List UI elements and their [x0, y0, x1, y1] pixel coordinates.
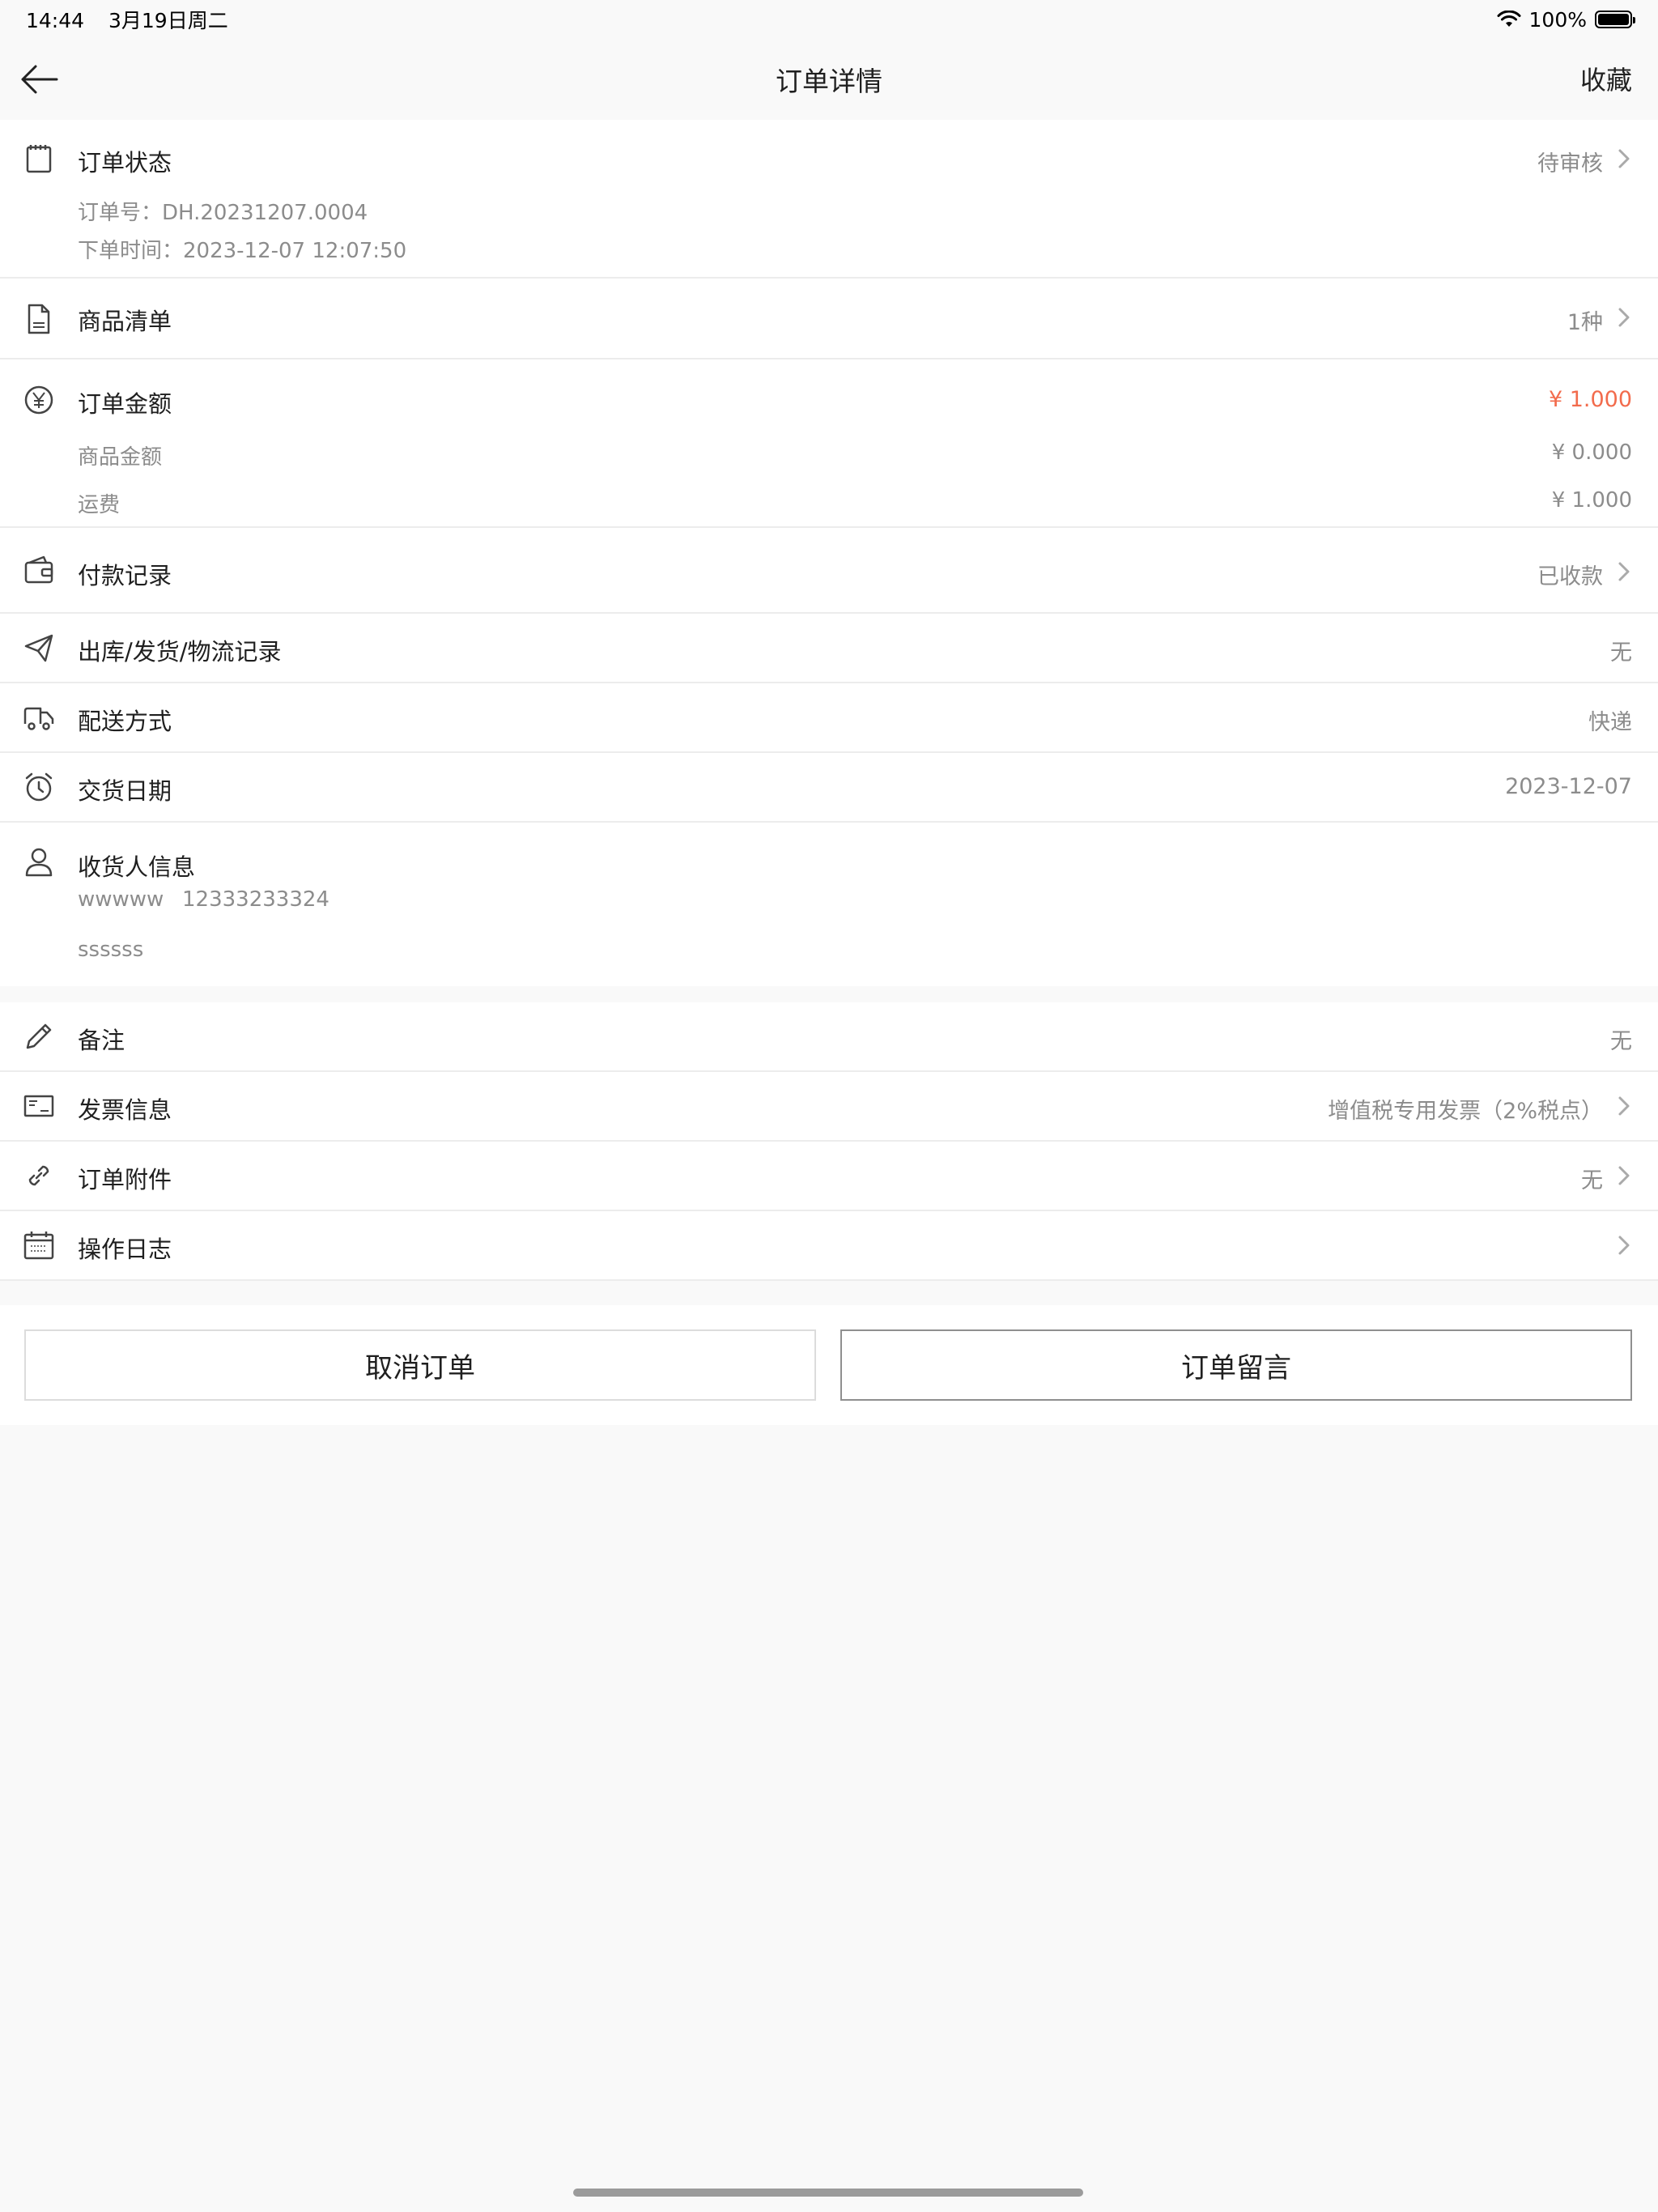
order-message-button[interactable]: 订单留言	[840, 1329, 1632, 1401]
chevron-right-icon	[1618, 562, 1630, 581]
delivery-date-row: 交货日期 2023-12-07	[0, 753, 1658, 823]
delivery-method-title: 配送方式	[78, 708, 172, 735]
logistics-row[interactable]: 出库/发货/物流记录 无	[0, 614, 1658, 683]
order-amount-value: ¥ 1.000	[1548, 387, 1632, 412]
goods-amount-value: ¥ 0.000	[1551, 440, 1632, 465]
document-icon	[28, 304, 50, 334]
remark-value: 无	[1610, 1029, 1632, 1054]
chevron-right-icon	[1618, 1096, 1630, 1116]
battery-percent: 100%	[1528, 7, 1587, 32]
order-status-row[interactable]: 订单状态 待审核 订单号：DH.20231207.0004 下单时间：2023-…	[0, 120, 1658, 279]
shipping-label: 运费	[78, 493, 121, 517]
invoice-icon	[23, 1095, 54, 1117]
status-right: 100%	[1497, 7, 1635, 32]
delivery-date-value: 2023-12-07	[1505, 774, 1632, 799]
battery-icon	[1595, 11, 1635, 28]
remark-row: 备注 无	[0, 1002, 1658, 1072]
operation-log-row[interactable]: 操作日志	[0, 1211, 1658, 1281]
order-time: 下单时间：2023-12-07 12:07:50	[78, 239, 407, 263]
back-arrow-icon[interactable]	[18, 62, 60, 97]
notebook-icon	[26, 145, 52, 173]
pencil-icon	[26, 1023, 52, 1049]
shipping-value: ¥ 1.000	[1551, 488, 1632, 513]
order-amount-title: 订单金额	[78, 390, 172, 418]
operation-log-title: 操作日志	[78, 1236, 172, 1263]
receiver-row: 收货人信息 wwwww 12333233324 ssssss	[0, 823, 1658, 986]
alarm-clock-icon	[25, 772, 53, 802]
wifi-icon	[1497, 11, 1521, 27]
order-status-title: 订单状态	[78, 149, 172, 177]
goods-list-row[interactable]: 商品清单 1种	[0, 279, 1658, 359]
action-bar: 取消订单 订单留言	[0, 1305, 1658, 1425]
page-title: 订单详情	[776, 66, 882, 97]
paper-plane-icon	[24, 634, 53, 662]
delivery-method-value: 快递	[1588, 710, 1632, 735]
yen-coin-icon	[24, 385, 53, 415]
link-icon	[28, 1165, 49, 1186]
remark-title: 备注	[78, 1027, 125, 1054]
logistics-value: 无	[1610, 640, 1632, 666]
receiver-address: ssssss	[78, 938, 144, 962]
status-date: 3月19日周二	[108, 9, 228, 32]
order-number: 订单号：DH.20231207.0004	[78, 201, 368, 225]
extra-info-section: 备注 无 发票信息 增值税专用发票（2%税点） 订单附件 无 操作日志	[0, 1002, 1658, 1281]
truck-icon	[23, 707, 54, 730]
nav-bar: 订单详情 收藏	[0, 39, 1658, 120]
attachment-value: 无	[1581, 1168, 1603, 1193]
attachment-title: 订单附件	[78, 1166, 172, 1193]
invoice-row[interactable]: 发票信息 增值税专用发票（2%税点）	[0, 1072, 1658, 1142]
cancel-order-button[interactable]: 取消订单	[24, 1329, 816, 1401]
status-left: 14:44 3月19日周二	[26, 5, 246, 34]
goods-amount-label: 商品金额	[78, 445, 163, 470]
goods-list-title: 商品清单	[78, 308, 172, 335]
receiver-title: 收货人信息	[78, 853, 196, 881]
invoice-value: 增值税专用发票（2%税点）	[1328, 1099, 1603, 1124]
delivery-date-title: 交货日期	[78, 777, 172, 805]
goods-list-value: 1种	[1567, 310, 1603, 335]
chevron-right-icon	[1618, 149, 1630, 168]
order-status-value: 待审核	[1537, 151, 1603, 177]
status-bar: 14:44 3月19日周二 100%	[0, 0, 1658, 39]
delivery-method-row: 配送方式 快递	[0, 683, 1658, 753]
home-indicator[interactable]	[573, 2189, 1083, 2197]
user-icon	[25, 848, 53, 877]
chevron-right-icon	[1618, 1236, 1630, 1255]
chevron-right-icon	[1618, 1166, 1630, 1185]
payment-value: 已收款	[1537, 564, 1603, 589]
order-info-section: 订单状态 待审核 订单号：DH.20231207.0004 下单时间：2023-…	[0, 120, 1658, 986]
chevron-right-icon	[1618, 308, 1630, 327]
logistics-title: 出库/发货/物流记录	[78, 638, 282, 666]
receiver-phone: 12333233324	[182, 887, 329, 912]
calendar-icon	[23, 1231, 54, 1260]
payment-title: 付款记录	[78, 562, 172, 589]
order-amount-row: 订单金额 ¥ 1.000 商品金额 ¥ 0.000 运费 ¥ 1.000	[0, 359, 1658, 528]
wallet-icon	[24, 555, 53, 584]
receiver-name: wwwww	[78, 887, 164, 912]
favorite-button[interactable]: 收藏	[1580, 60, 1632, 97]
invoice-title: 发票信息	[78, 1096, 172, 1124]
attachment-row[interactable]: 订单附件 无	[0, 1142, 1658, 1211]
payment-row[interactable]: 付款记录 已收款	[0, 528, 1658, 614]
status-time: 14:44	[26, 9, 85, 32]
